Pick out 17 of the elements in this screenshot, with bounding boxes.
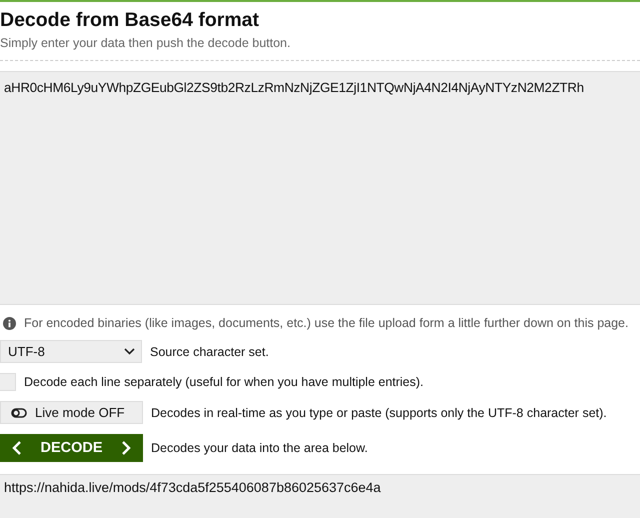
charset-label: Source character set. xyxy=(150,344,269,358)
chevron-right-icon xyxy=(120,441,131,455)
info-icon xyxy=(3,316,16,330)
page-title: Decode from Base64 format xyxy=(0,8,260,31)
charset-select[interactable]: UTF-8 xyxy=(0,340,142,363)
input-field[interactable]: aHR0cHM6Ly9uYWhpZGEubGl2ZS9tb2RzLzRmNzNjZGE1ZjI1NTQwNjA4N2I4NjAyNTYzN2M2ZTRh xyxy=(0,71,640,305)
chevron-left-icon xyxy=(12,441,22,455)
chevron-down-icon xyxy=(124,348,135,355)
decode-label: Decodes your data into the area below. xyxy=(151,441,368,455)
decode-button[interactable]: DECODE xyxy=(0,434,143,462)
checkbox[interactable] xyxy=(0,373,16,391)
page-subtitle: Simply enter your data then push the decode button. xyxy=(0,36,292,50)
live-mode-label: Decodes in real-time as you type or paste (supports only the UTF-8 character set). xyxy=(151,406,607,420)
info-text: For encoded binaries (like images, documents, etc.) use the file upload form a little further down on this page. xyxy=(24,316,628,330)
checkbox-label: Decode each line separately (useful for when you have multiple entries). xyxy=(24,375,424,389)
output-field[interactable]: https://nahida.live/mods/4f73cda5f255406087b86025637c6e4a xyxy=(0,474,640,518)
live-mode-button[interactable]: Live mode OFF xyxy=(0,401,143,424)
